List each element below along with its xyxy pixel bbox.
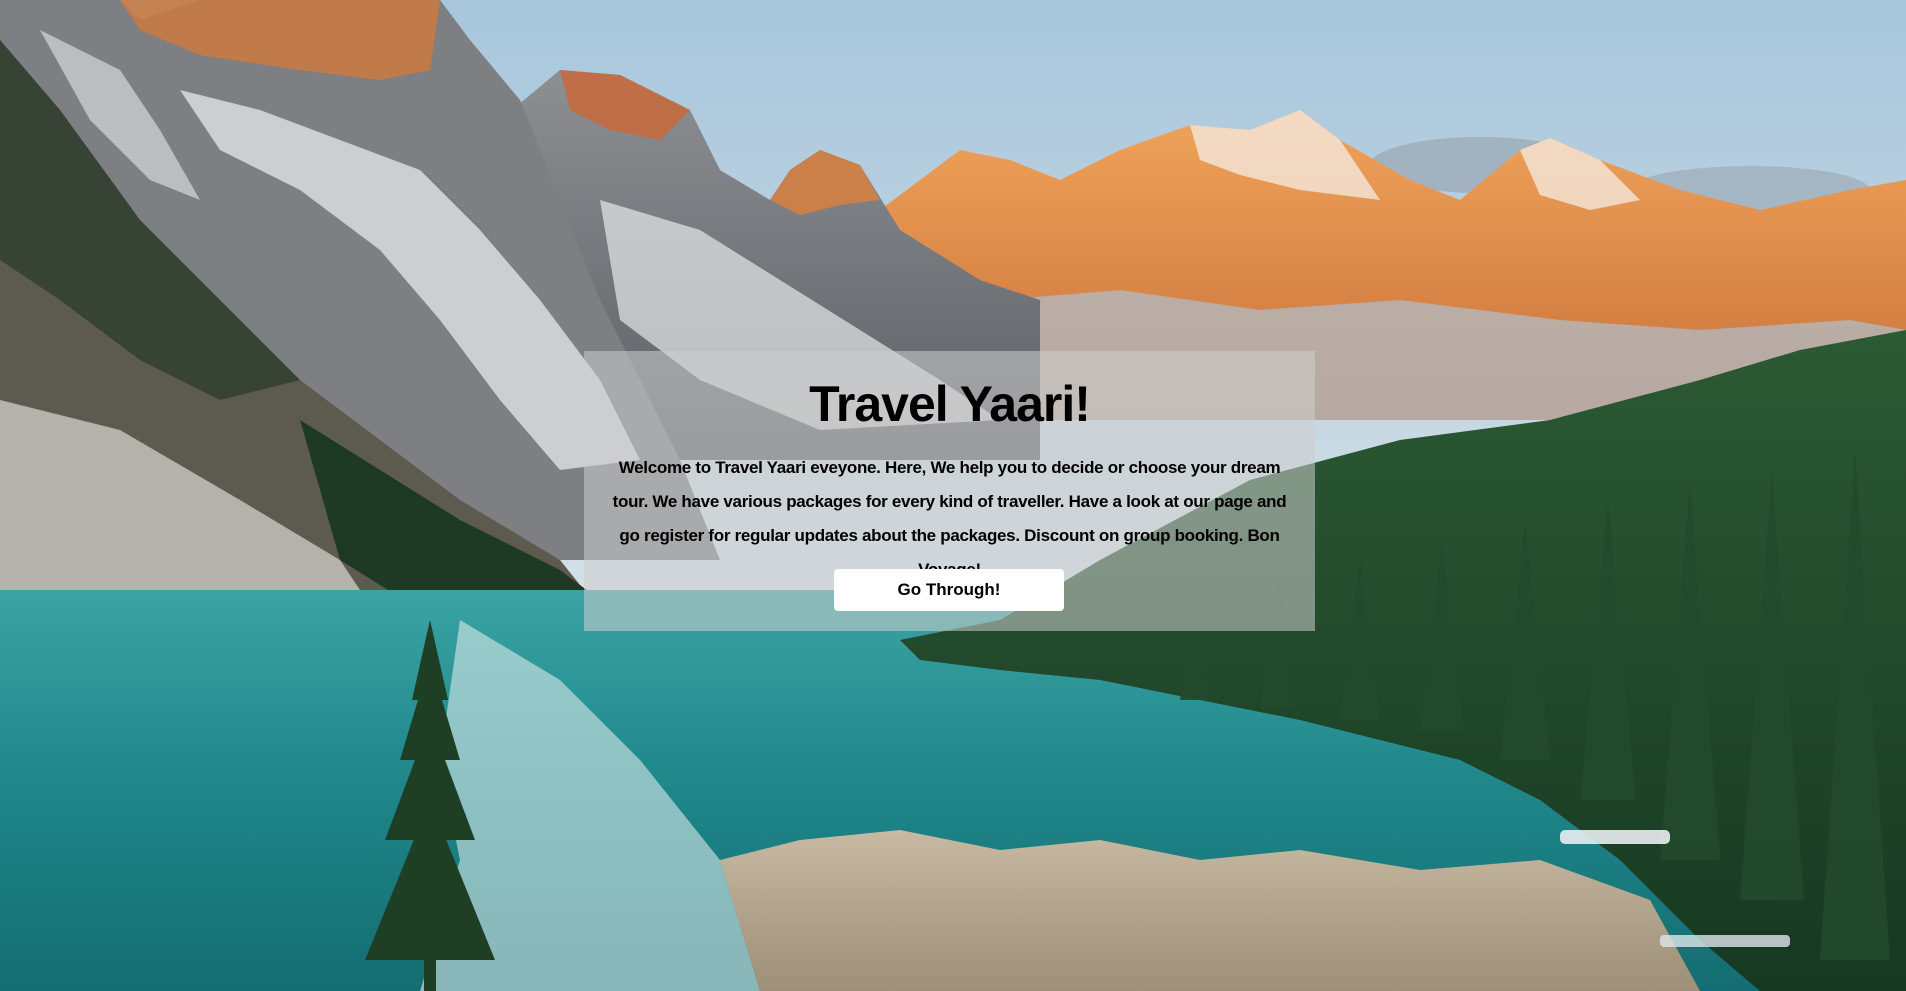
go-through-button[interactable]: Go Through! xyxy=(834,569,1064,611)
hero-card: Travel Yaari! Welcome to Travel Yaari ev… xyxy=(584,351,1315,631)
hero-title: Travel Yaari! xyxy=(809,376,1091,432)
hero-description: Welcome to Travel Yaari eveyone. Here, W… xyxy=(612,458,1287,579)
